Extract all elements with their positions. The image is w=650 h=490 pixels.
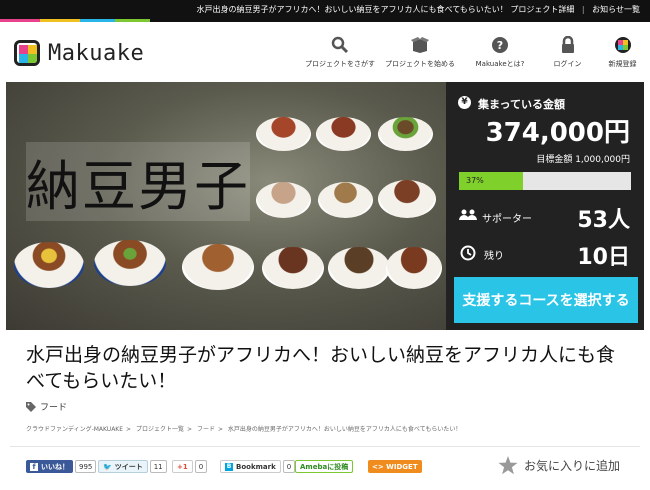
breadcrumb-item[interactable]: クラウドファンディング-MAKUAKE (26, 426, 123, 433)
breadcrumb: クラウドファンディング-MAKUAKE > プロジェクト一覧 > フード > 水戸出身… (26, 424, 461, 433)
select-course-button[interactable]: 支援するコースを選択する (454, 277, 638, 323)
like-label: いいね！ (41, 462, 69, 471)
goal-amount: 目標金額 1,000,000円 (536, 155, 630, 165)
gplus-label: +1 (177, 462, 188, 471)
supporters-value: 53人 (577, 208, 630, 233)
nav-label: Makuakeとは? (475, 60, 525, 68)
yen-icon: ¥ (458, 96, 471, 109)
project-hero-image: 納豆男子 (6, 82, 446, 330)
tweet-label: ツイート (114, 462, 143, 471)
lock-icon (561, 36, 574, 53)
tag-icon (26, 401, 36, 412)
bookmark-label: Bookmark (236, 462, 276, 471)
nav-login[interactable]: ログイン (540, 36, 595, 76)
hatena-bookmark[interactable]: B Bookmark 0 (220, 460, 296, 473)
remaining-label: 残り (484, 251, 504, 262)
top-bar: 水戸出身の納豆男子がアフリカへ！おいしい納豆をアフリカ人にも食べてもらいたい！ … (0, 0, 650, 22)
breadcrumb-sep: > (187, 426, 193, 433)
makuake-logo[interactable]: Makuake (14, 38, 144, 68)
twitter-tweet[interactable]: 🐦 ツイート 11 (98, 460, 167, 473)
site-header: Makuake プロジェクトをさがす プロジェクトを始める ? Makuakeと… (0, 22, 650, 82)
funding-panel: ¥ 集まっている金額 374,000円 目標金額 1,000,000円 37% … (446, 82, 644, 330)
hatena-icon: B (225, 462, 233, 471)
remaining-value: 10日 (577, 245, 630, 270)
gplus-button[interactable]: +1 (172, 460, 193, 473)
tweet-count: 11 (149, 460, 167, 473)
logo-text: Makuake (48, 40, 145, 66)
progress-bar: 37% (459, 172, 631, 190)
bookmark-count: 0 (282, 460, 296, 473)
facebook-like-button[interactable]: f いいね！ (26, 460, 73, 473)
ameba-share[interactable]: Amebaに投稿 (295, 460, 354, 473)
nav-about[interactable]: ? Makuakeとは? (465, 36, 535, 76)
facebook-icon: f (30, 462, 38, 471)
nav-search-projects[interactable]: プロジェクトをさがす (300, 36, 380, 76)
widget[interactable]: <> WIDGET (368, 460, 422, 473)
bookmark-button[interactable]: B Bookmark (220, 460, 281, 473)
add-favorite-button[interactable]: お気に入りに追加 (498, 456, 620, 475)
google-plus[interactable]: +1 0 (172, 460, 208, 473)
news-link[interactable]: お知らせ一覧 (592, 5, 640, 14)
search-icon (331, 36, 349, 54)
top-separator: | (581, 5, 585, 14)
category-label: フード (40, 403, 68, 413)
star-icon (498, 456, 518, 475)
nav-register[interactable]: 新規登録 (600, 36, 645, 76)
breadcrumb-item[interactable]: プロジェクト一覧 (136, 426, 184, 433)
nav-start-project[interactable]: プロジェクトを始める (380, 36, 460, 76)
breadcrumb-sep: > (217, 426, 223, 433)
raised-label: 集まっている金額 (478, 98, 566, 111)
widget-button[interactable]: <> WIDGET (368, 460, 422, 473)
project-detail-link[interactable]: 水戸出身の納豆男子がアフリカへ！おいしい納豆をアフリカ人にも食べてもらいたい！ … (197, 5, 575, 14)
facebook-like[interactable]: f いいね！ 995 (26, 460, 97, 473)
favorite-label: お気に入りに追加 (523, 459, 620, 473)
box-icon (411, 37, 429, 53)
nav-label: プロジェクトをさがす (305, 60, 375, 68)
svg-text:?: ? (497, 39, 503, 52)
hero-title: 納豆男子 (26, 142, 250, 221)
category-tag[interactable]: フード (26, 400, 67, 413)
supporters-icon (459, 209, 477, 220)
nav-label: ログイン (553, 60, 582, 68)
like-count: 995 (75, 460, 97, 473)
nav-label: プロジェクトを始める (385, 60, 455, 68)
raised-amount: 374,000円 (485, 118, 630, 148)
nav-label: 新規登録 (608, 60, 637, 68)
breadcrumb-sep: > (126, 426, 132, 433)
divider (10, 446, 640, 447)
ameba-button[interactable]: Amebaに投稿 (295, 460, 354, 473)
clock-icon (460, 245, 476, 261)
gplus-count: 0 (194, 460, 208, 473)
supporters-label: サポーター (482, 214, 532, 225)
brand-stripe (0, 0, 150, 22)
widget-label: <> WIDGET (372, 462, 418, 471)
ameba-label: Amebaに投稿 (300, 462, 349, 471)
progress-text: 37% (466, 176, 484, 185)
tweet-button[interactable]: 🐦 ツイート (98, 460, 148, 473)
twitter-icon: 🐦 (103, 462, 112, 471)
breadcrumb-current: 水戸出身の納豆男子がアフリカへ！おいしい納豆をアフリカ人にも食べてもらいたい！ (227, 426, 462, 433)
makuake-mark-icon (614, 37, 631, 53)
makuake-logo-icon (14, 40, 40, 66)
breadcrumb-item[interactable]: フード (197, 426, 215, 433)
question-icon: ? (492, 37, 508, 53)
page-title: 水戸出身の納豆男子がアフリカへ！おいしい納豆をアフリカ人にも食べてもらいたい！ (26, 344, 616, 392)
